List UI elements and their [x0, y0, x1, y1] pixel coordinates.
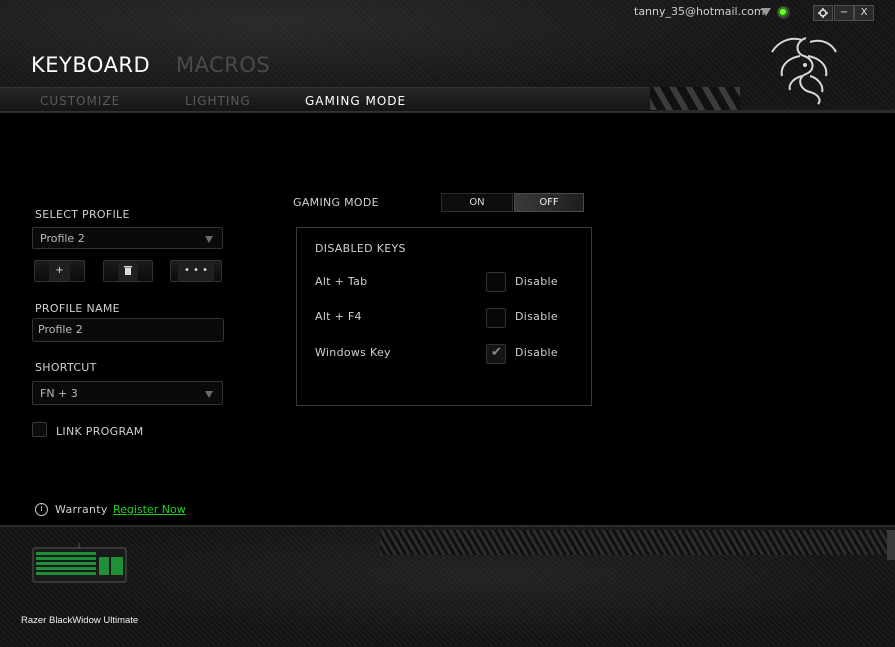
trash-icon [124, 266, 132, 275]
delete-profile-button[interactable] [103, 260, 153, 282]
disable-label-windows-key: Disable [515, 346, 558, 359]
tab-macros[interactable]: MACROS [176, 53, 270, 77]
profile-name-input[interactable]: Profile 2 [32, 318, 224, 342]
minimize-button[interactable]: − [834, 5, 854, 21]
tab-customize[interactable]: CUSTOMIZE [40, 94, 120, 108]
warranty-label: Warranty [55, 503, 108, 516]
close-button[interactable]: X [854, 5, 874, 21]
profile-name-label: PROFILE NAME [35, 302, 120, 315]
keyboard-device-icon[interactable] [32, 543, 127, 583]
link-program-label: LINK PROGRAM [56, 425, 144, 438]
gaming-mode-off-button[interactable]: OFF [514, 193, 584, 212]
tab-lighting[interactable]: LIGHTING [185, 94, 251, 108]
footer-decoration [380, 530, 888, 555]
shortcut-select[interactable]: FN + 3 [32, 381, 223, 405]
link-program-checkbox[interactable] [32, 422, 47, 437]
key-name-alt-f4: Alt + F4 [315, 310, 362, 323]
disable-label-alt-tab: Disable [515, 275, 558, 288]
subnav-decoration [650, 87, 740, 110]
online-status-icon [777, 6, 790, 19]
razer-snake-logo [771, 37, 837, 105]
select-profile-label: SELECT PROFILE [35, 208, 130, 221]
info-icon: i [35, 503, 48, 516]
gaming-mode-label: GAMING MODE [293, 196, 379, 209]
disable-alt-f4-checkbox[interactable] [486, 308, 506, 328]
settings-button[interactable] [813, 5, 833, 21]
disable-label-alt-f4: Disable [515, 310, 558, 323]
chevron-down-icon [205, 391, 213, 398]
gear-icon [818, 8, 828, 18]
account-dropdown-icon[interactable] [761, 8, 771, 16]
checkmark-icon: ✔ [491, 345, 502, 360]
disabled-keys-title: DISABLED KEYS [315, 242, 406, 255]
footer-edge [887, 530, 895, 560]
key-name-windows-key: Windows Key [315, 346, 391, 359]
more-options-button[interactable]: • • • [170, 260, 222, 282]
add-profile-button[interactable]: + [34, 260, 85, 282]
tab-gaming-mode[interactable]: GAMING MODE [305, 94, 406, 108]
chevron-down-icon [205, 236, 213, 243]
device-name[interactable]: Razer BlackWidow Ultimate [21, 615, 138, 626]
key-name-alt-tab: Alt + Tab [315, 275, 368, 288]
profile-select-value: Profile 2 [40, 232, 85, 245]
account-email[interactable]: tanny_35@hotmail.com [634, 5, 765, 18]
disable-alt-tab-checkbox[interactable] [486, 272, 506, 292]
gaming-mode-on-button[interactable]: ON [441, 193, 513, 212]
disable-windows-key-checkbox[interactable]: ✔ [486, 344, 506, 364]
tab-keyboard[interactable]: KEYBOARD [31, 53, 150, 77]
add-profile-label: + [49, 261, 70, 281]
shortcut-label: SHORTCUT [35, 361, 97, 374]
register-now-link[interactable]: Register Now [113, 503, 186, 516]
trash-icon-wrapper [118, 261, 138, 281]
shortcut-select-value: FN + 3 [40, 387, 78, 400]
more-options-label: • • • [177, 261, 215, 281]
profile-select[interactable]: Profile 2 [32, 227, 223, 249]
